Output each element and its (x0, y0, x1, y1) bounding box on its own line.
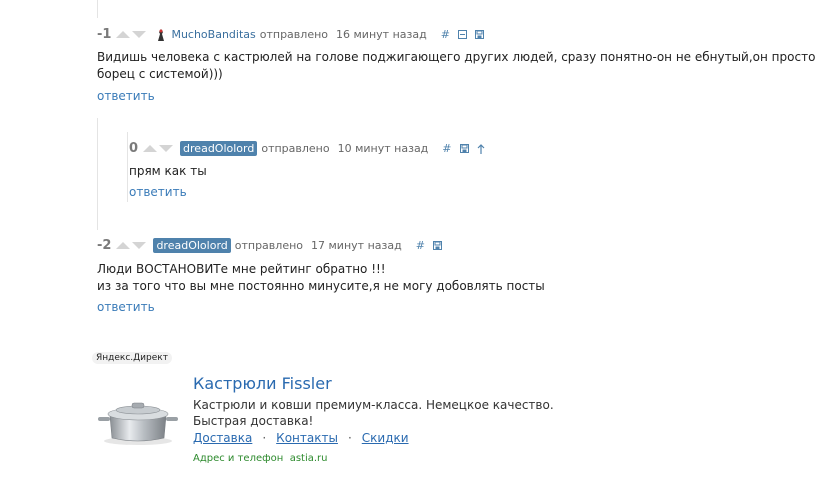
parent-arrow-icon[interactable] (477, 143, 485, 154)
ad-address-link[interactable]: Адрес и телефон astia.ru (193, 453, 328, 464)
comment-time: 10 минут назад (337, 142, 429, 155)
permalink-icon[interactable]: # (441, 28, 450, 41)
reply-link[interactable]: ответить (97, 89, 155, 103)
comment-rating: -2 (97, 238, 112, 253)
comment-sent-label: отправлено (234, 239, 304, 252)
comment-body: прям как ты (129, 163, 207, 180)
comment-rating: 0 (129, 141, 139, 156)
comment-line: борец с системой))) (97, 67, 223, 81)
vote-up-icon[interactable] (143, 145, 158, 152)
ad-description: Кастрюли и ковши премиум-класса. Немецко… (193, 398, 554, 428)
collapse-icon[interactable] (457, 30, 467, 39)
permalink-icon[interactable]: # (442, 142, 451, 155)
save-icon[interactable] (432, 241, 442, 250)
comment-sent-label: отправлено (261, 142, 330, 155)
user-avatar-icon (155, 28, 167, 42)
thread-line (97, 0, 98, 18)
vote-up-icon[interactable] (116, 31, 131, 38)
comment-username[interactable]: dreadOlolord (180, 141, 258, 156)
comment-time: 16 минут назад (336, 28, 427, 41)
ad-link-contacts[interactable]: Контакты (276, 431, 338, 445)
save-icon[interactable] (459, 144, 469, 153)
ad-links: Доставка · Контакты · Скидки (193, 431, 409, 445)
comment-line: Видишь человека с кастрюлей на голове по… (97, 50, 816, 64)
ad-title-link[interactable]: Кастрюли Fissler (193, 374, 332, 393)
vote-up-icon[interactable] (116, 242, 131, 249)
comment-line: Люди ВОСТАНОВИТе мне рейтинг обратно !!! (97, 262, 386, 276)
comment-header: -2 dreadOlolord отправлено 17 минут наза… (97, 238, 442, 253)
reply-link[interactable]: ответить (97, 300, 155, 314)
separator: · (347, 431, 352, 445)
reply-link[interactable]: ответить (129, 185, 187, 199)
separator: · (262, 431, 267, 445)
comment-line: из за того что вы мне постоянно минусите… (97, 279, 545, 293)
ad-link-delivery[interactable]: Доставка (193, 431, 252, 445)
comment-header: 0 dreadOlolord отправлено 10 минут назад… (129, 141, 485, 156)
comment-rating: -1 (97, 27, 112, 42)
pot-image[interactable] (96, 396, 180, 446)
ad-link-discounts[interactable]: Скидки (362, 431, 409, 445)
comment-sent-label: отправлено (259, 28, 329, 41)
comment-username[interactable]: MuchoBanditas (171, 28, 255, 41)
thread-line (97, 118, 98, 230)
comment-username[interactable]: dreadOlolord (153, 238, 231, 253)
comment-body: Видишь человека с кастрюлей на голове по… (97, 49, 815, 83)
comment-line: прям как ты (129, 164, 207, 178)
vote-down-icon[interactable] (132, 31, 147, 38)
vote-down-icon[interactable] (159, 145, 174, 152)
comment-time: 17 минут назад (311, 239, 402, 252)
permalink-icon[interactable]: # (416, 239, 425, 252)
save-icon[interactable] (474, 30, 484, 39)
vote-down-icon[interactable] (132, 242, 147, 249)
comment-header: -1 MuchoBanditas отправлено 16 минут наз… (97, 27, 484, 42)
comment-body: Люди ВОСТАНОВИТе мне рейтинг обратно !!!… (97, 261, 545, 295)
ad-label: Яндекс.Директ (92, 352, 172, 364)
thread-line (127, 132, 128, 202)
